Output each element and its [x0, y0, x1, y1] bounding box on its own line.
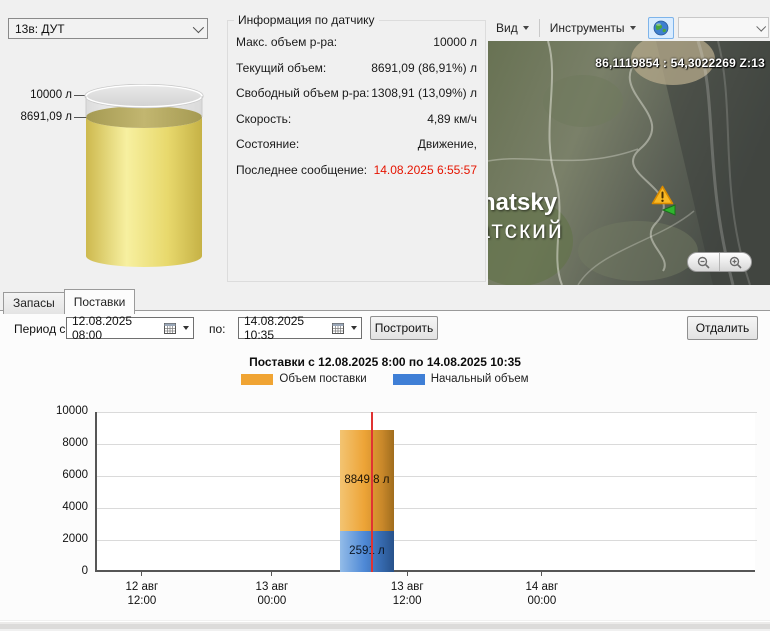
last-message-timestamp: 14.08.2025 6:55:57 [374, 163, 477, 177]
bar-value-label: 8849,8 л [344, 474, 389, 486]
y-tick-label: 0 [38, 565, 88, 577]
map-menu-tools[interactable]: Инструменты [542, 17, 644, 39]
period-from-picker[interactable]: 12.08.2025 08:00 [66, 317, 194, 339]
bottom-tab-strip: Запасы Поставки [3, 289, 134, 314]
map-place-label-cyrillic: атский [488, 216, 564, 245]
y-tick-label: 2000 [38, 533, 88, 545]
x-tick-label: 14 авг00:00 [500, 580, 584, 608]
globe-map-layer-button[interactable] [648, 17, 674, 39]
y-tick-label: 6000 [38, 469, 88, 481]
x-tick-label: 13 авг12:00 [365, 580, 449, 608]
zoom-in-map-button[interactable] [719, 253, 751, 271]
vehicle-direction-marker[interactable] [662, 204, 676, 216]
chevron-down-icon [630, 26, 636, 30]
map-coordinates: 86,1119854 : 54,3022269 Z:13 [595, 56, 765, 70]
tank-current-label: 8691,09 л [2, 111, 72, 123]
map-place-label-latin: hatsky [488, 189, 557, 217]
magnifier-plus-icon [729, 256, 742, 269]
calendar-icon [164, 322, 176, 334]
fuel-monitor-window: 13в: ДУТ 10000 л 8691,09 л [0, 0, 770, 631]
gridline [97, 508, 757, 509]
x-tick-mark [141, 572, 142, 576]
gridline [97, 540, 757, 541]
datepicker-dropdown-button[interactable] [179, 318, 193, 338]
scrollbar-thumb[interactable] [0, 624, 770, 629]
info-row-max-volume: Макс. объем р-ра: 10000 л [236, 35, 477, 49]
map-menu-view[interactable]: Вид [488, 17, 537, 39]
map-view[interactable]: 86,1119854 : 54,3022269 Z:13 hatsky атск… [488, 41, 770, 285]
map-toolbar: Вид Инструменты [488, 14, 770, 41]
sensor-info-title: Информация по датчику [234, 13, 379, 27]
x-tick-mark [407, 572, 408, 576]
bar-segment-initial: 2591 л [340, 531, 394, 572]
horizontal-scrollbar[interactable] [0, 621, 770, 629]
y-tick-label: 4000 [38, 501, 88, 513]
tank-graphic [84, 84, 204, 269]
legend-swatch-supply [241, 374, 273, 385]
datepicker-dropdown-button[interactable] [347, 318, 361, 338]
current-time-marker-line [371, 412, 373, 572]
chart-title: Поставки с 12.08.2025 8:00 по 14.08.2025… [0, 355, 770, 369]
chevron-down-icon [523, 26, 529, 30]
gridline [97, 476, 757, 477]
info-row-speed: Скорость: 4,89 км/ч [236, 112, 477, 126]
tab-postavki[interactable]: Поставки [64, 289, 136, 314]
gridline [97, 412, 757, 413]
tank-max-label: 10000 л [2, 89, 72, 101]
chart-y-axis: 0200040006000800010000 [38, 412, 90, 572]
period-to-label: по: [209, 322, 226, 336]
sensor-info-panel: Информация по датчику Макс. объем р-ра: … [227, 20, 486, 282]
zoom-out-chart-button[interactable]: Отдалить [687, 316, 758, 340]
map-search-combobox[interactable] [678, 17, 769, 38]
y-tick-label: 10000 [38, 405, 88, 417]
calendar-icon [332, 322, 344, 334]
chart-legend: Объем поставки Начальный объем [0, 373, 770, 385]
x-tick-mark [271, 572, 272, 576]
legend-swatch-initial [393, 374, 425, 385]
chevron-down-icon [351, 326, 357, 330]
legend-item-initial: Начальный объем [393, 373, 529, 385]
bar-value-label: 2591 л [349, 545, 385, 557]
y-tick-label: 8000 [38, 437, 88, 449]
satellite-imagery [488, 41, 770, 285]
build-button[interactable]: Построить [370, 316, 438, 340]
x-tick-label: 13 авг00:00 [230, 580, 314, 608]
bar-segment-supply: 8849,8 л [340, 430, 394, 530]
x-tick-label: 12 авг12:00 [100, 580, 184, 608]
chevron-down-icon [193, 21, 204, 32]
info-row-current-volume: Текущий объем: 8691,09 (86,91%) л [236, 61, 477, 75]
globe-icon [653, 20, 669, 36]
toolbar-separator [539, 19, 540, 37]
chevron-down-icon [756, 22, 766, 32]
sensor-select[interactable]: 13в: ДУТ [8, 18, 208, 39]
x-tick-mark [541, 572, 542, 576]
info-row-last-message: Последнее сообщение: 14.08.2025 6:55:57 [236, 163, 477, 177]
chevron-down-icon [183, 326, 189, 330]
info-row-state: Состояние: Движение, [236, 137, 477, 151]
info-row-free-volume: Свободный объем р-ра: 1308,91 (13,09%) л [236, 86, 477, 100]
period-from-label: Период с: [14, 322, 69, 336]
legend-item-supply: Объем поставки [241, 373, 366, 385]
gridline [97, 444, 757, 445]
period-to-picker[interactable]: 14.08.2025 10:35 [238, 317, 362, 339]
warning-marker-icon[interactable] [651, 185, 674, 205]
map-zoom-control [687, 252, 752, 272]
tab-zapasy[interactable]: Запасы [3, 292, 65, 314]
chart-plot-area: 12 авг12:0013 авг00:0013 авг12:0014 авг0… [95, 412, 755, 572]
magnifier-minus-icon [697, 256, 710, 269]
sensor-select-value: 13в: ДУТ [15, 22, 65, 36]
zoom-out-map-button[interactable] [688, 253, 719, 271]
